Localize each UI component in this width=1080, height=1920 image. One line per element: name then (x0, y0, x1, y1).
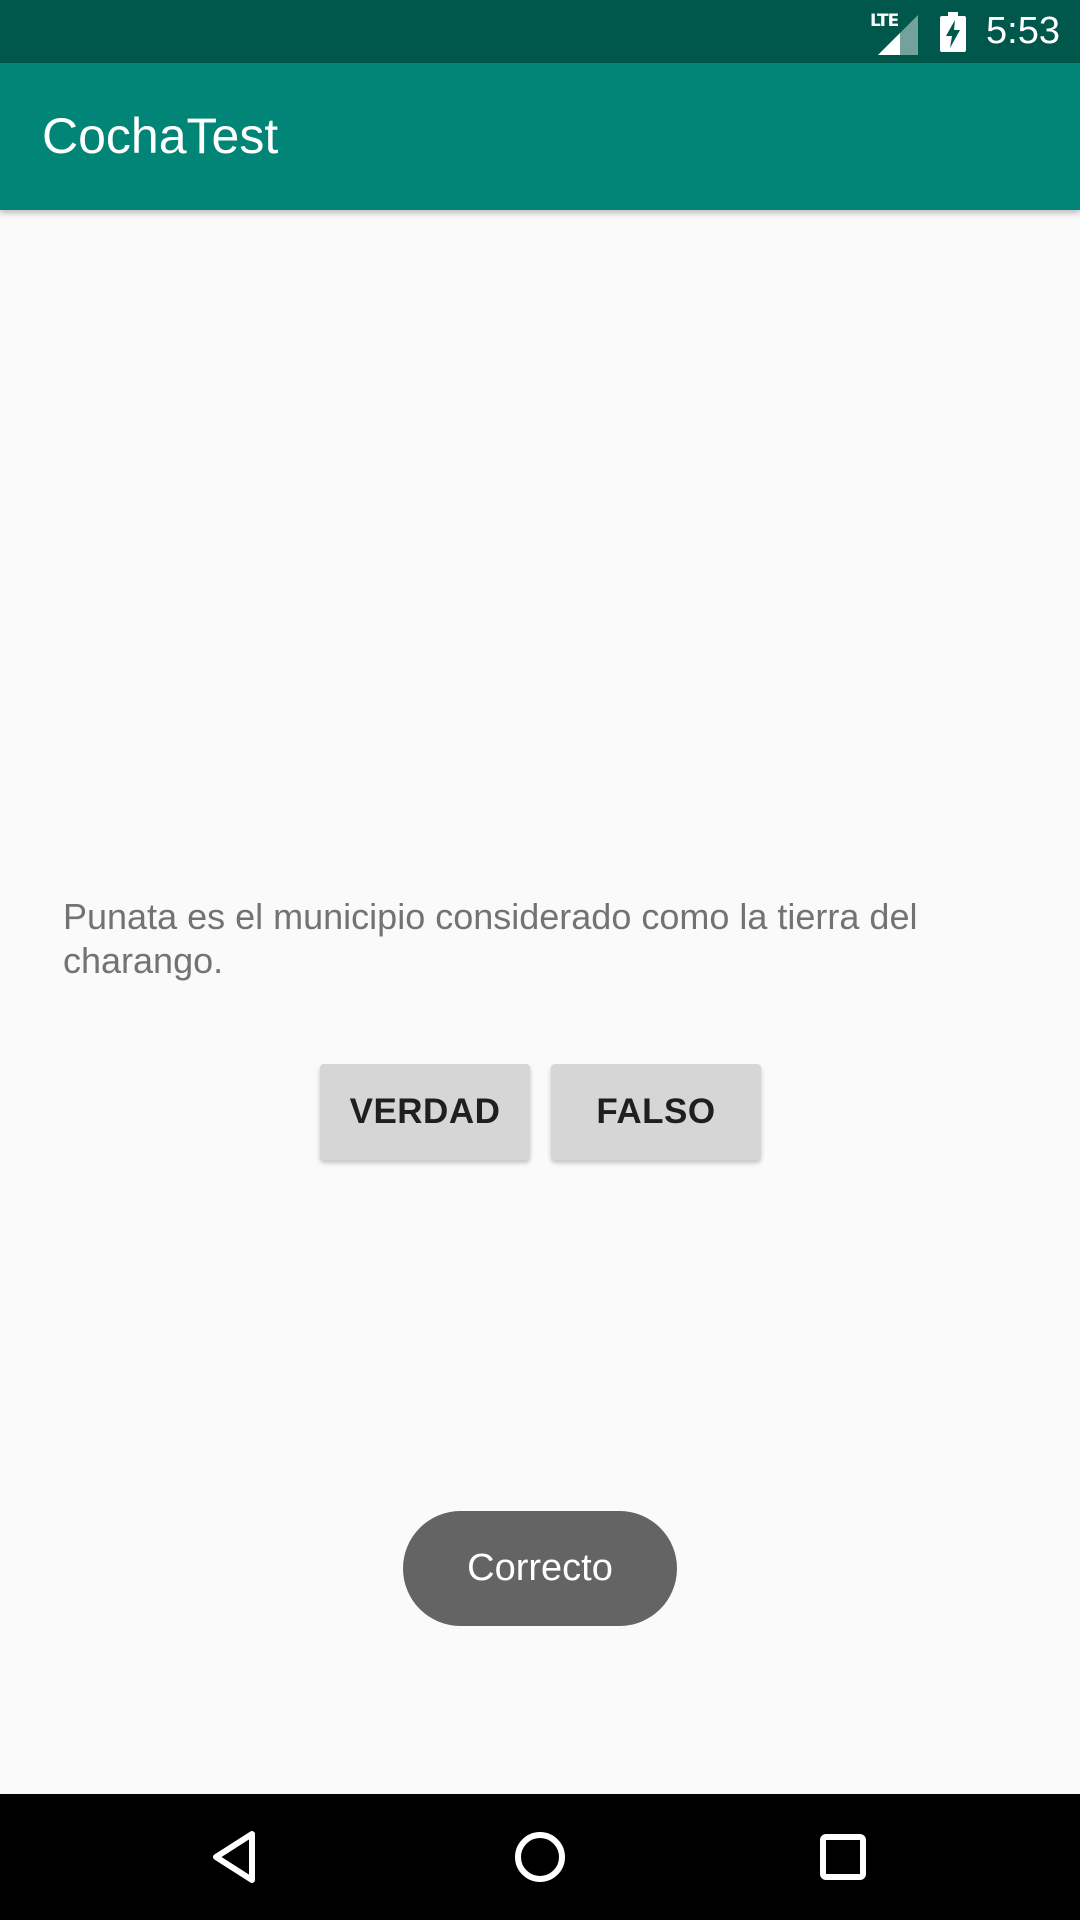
toast-message: Correcto (403, 1511, 677, 1626)
app-title: CochaTest (42, 108, 279, 164)
network-type-label: LTE (870, 10, 899, 31)
navigation-bar (0, 1794, 1080, 1920)
status-time: 5:53 (986, 10, 1060, 52)
status-icons: LTE 5:53 (870, 0, 1060, 63)
battery-charging-icon (940, 11, 967, 52)
lte-signal-icon: LTE (870, 7, 920, 57)
false-button[interactable]: FALSO (551, 1064, 761, 1160)
question-text: Punata es el municipio considerado como … (63, 896, 918, 981)
recent-apps-icon[interactable] (808, 1822, 878, 1892)
screen: LTE 5:53 CochaTest Punata es el municipi… (0, 0, 1080, 1920)
app-bar: CochaTest (0, 63, 1080, 210)
status-bar: LTE 5:53 (0, 0, 1080, 63)
back-icon[interactable] (200, 1822, 270, 1892)
true-button[interactable]: VERDAD (320, 1064, 530, 1160)
home-icon[interactable] (505, 1822, 575, 1892)
